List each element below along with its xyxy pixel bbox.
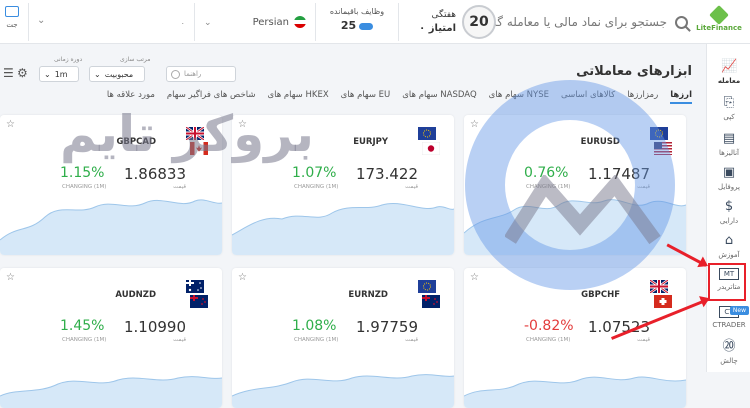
sidebar-item-label: آنالیزها xyxy=(719,149,739,157)
instrument-search[interactable]: راهنما xyxy=(166,66,236,82)
tab-eu-stocks[interactable]: سهام های EU xyxy=(341,90,391,104)
logo-mark-icon xyxy=(709,5,729,25)
sidebar-item-education[interactable]: ⌂ آموزش xyxy=(707,233,750,260)
sparkline-area xyxy=(0,199,222,255)
chevron-down-icon: ⌄ xyxy=(44,69,51,79)
search-input[interactable] xyxy=(467,15,667,29)
instrument-card[interactable]: ☆ EURNZD 1.08% CHANGING (1M) 1.97759 قیمت xyxy=(232,268,454,408)
copy-icon: ⎘ xyxy=(723,95,735,110)
sparkline-area xyxy=(232,203,454,255)
chevron-down-icon: ⌄ xyxy=(37,15,46,26)
tab-currencies[interactable]: ارزها xyxy=(670,90,692,104)
page-title: ابزارهای معاملاتی xyxy=(576,64,692,79)
litefinance-logo[interactable]: LiteFinance xyxy=(696,5,742,38)
watermark-text: بروکر تایم xyxy=(60,105,315,163)
level-text: هفتگی امتیاز ۰ xyxy=(419,9,456,35)
wallet-label: جت xyxy=(6,21,18,29)
logo-text: LiteFinance xyxy=(696,24,742,32)
sidebar: 📈 معامله ⎘ کپی ▤ آنالیزها ▣ پروفایل $ دا… xyxy=(706,44,750,372)
highlight-box xyxy=(708,263,746,301)
chevron-down-icon: ⌄ xyxy=(204,18,212,28)
sidebar-item-assets[interactable]: $ دارایی xyxy=(707,199,750,226)
chart-icon: 📈 xyxy=(721,59,738,74)
tab-nasdaq[interactable]: سهام های NASDAQ xyxy=(402,90,476,104)
tasks-label: وظایف باقیمانده xyxy=(329,7,385,16)
sidebar-item-analysis[interactable]: ▤ آنالیزها xyxy=(707,131,750,158)
period-value: 1m xyxy=(54,69,68,79)
sidebar-item-profile[interactable]: ▣ پروفایل xyxy=(707,165,750,192)
watermark-m-icon xyxy=(505,175,661,245)
level-points: امتیاز ۰ xyxy=(419,23,456,34)
dollar-icon: $ xyxy=(724,199,734,214)
language-selector[interactable]: ⌄ Persian xyxy=(196,3,314,41)
sparkline-area xyxy=(0,376,222,408)
instrument-card[interactable]: ☆ AUDNZD 1.45% CHANGING (1M) 1.10990 قیمت xyxy=(0,268,222,408)
language-label: Persian xyxy=(252,16,289,28)
search-icon[interactable] xyxy=(675,15,688,29)
sidebar-item-challenge[interactable]: ⑳ چالش xyxy=(707,339,750,366)
sidebar-item-label: CTRADER xyxy=(712,321,746,329)
top-bar: LiteFinance 20 هفتگی امتیاز ۰ وظایف باقی… xyxy=(0,0,750,44)
challenge-icon: ⑳ xyxy=(722,339,736,354)
level-widget[interactable]: 20 هفتگی امتیاز ۰ xyxy=(400,3,496,41)
period-label: دوره زمانی xyxy=(54,56,83,63)
level-badge: 20 xyxy=(462,5,496,39)
sort-label: مرتب سازی xyxy=(120,56,151,63)
chevron-down-icon: ⌄ xyxy=(94,69,101,79)
sidebar-item-copy[interactable]: ⎘ کپی xyxy=(707,95,750,122)
tasks-count: 25 xyxy=(340,19,357,32)
level-label: هفتگی xyxy=(431,10,457,20)
sidebar-item-label: دارایی xyxy=(719,217,739,225)
tab-indices[interactable]: شاخص های فراگیر سهام xyxy=(167,90,256,104)
sort-select[interactable]: ⌄ محبوبیت xyxy=(89,66,145,82)
profile-icon: ▣ xyxy=(722,165,736,180)
sparkline-chart xyxy=(232,374,454,408)
instrument-search-placeholder: راهنما xyxy=(184,70,202,78)
education-icon: ⌂ xyxy=(724,233,734,248)
sidebar-item-trade[interactable]: 📈 معامله xyxy=(707,59,750,86)
list-view-icon[interactable]: ☰ xyxy=(3,66,14,80)
sidebar-item-label: آموزش xyxy=(718,251,740,259)
wallet-icon xyxy=(5,6,19,17)
sidebar-item-label: معامله xyxy=(717,77,741,85)
remaining-tasks[interactable]: وظایف باقیمانده 25 xyxy=(315,3,399,41)
new-badge: New xyxy=(729,306,749,315)
sidebar-item-label: چالش xyxy=(720,357,738,365)
sidebar-item-ctrader[interactable]: New CT CTRADER xyxy=(707,306,750,329)
sparkline-area xyxy=(232,374,454,408)
analysis-icon: ▤ xyxy=(722,131,736,146)
sidebar-item-label: پروفایل xyxy=(718,183,740,191)
wallet-button[interactable]: جت xyxy=(0,6,24,36)
tasks-toggle-icon xyxy=(359,22,374,30)
sidebar-item-label: کپی xyxy=(723,113,735,121)
account-selector[interactable]: ⌄ . xyxy=(28,3,195,41)
annotation-arrow xyxy=(666,243,707,267)
iran-flag-icon xyxy=(294,16,306,28)
period-select[interactable]: ⌄ 1m xyxy=(39,66,79,82)
tab-hkex[interactable]: سهام های HKEX xyxy=(267,90,328,104)
gear-icon[interactable]: ⚙ xyxy=(17,66,28,80)
search-icon xyxy=(171,69,180,79)
sort-value: محبوبیت xyxy=(104,69,134,79)
sparkline-chart xyxy=(0,376,222,408)
account-dot: . xyxy=(181,17,184,26)
tab-favorites[interactable]: مورد علاقه ها xyxy=(107,90,155,104)
